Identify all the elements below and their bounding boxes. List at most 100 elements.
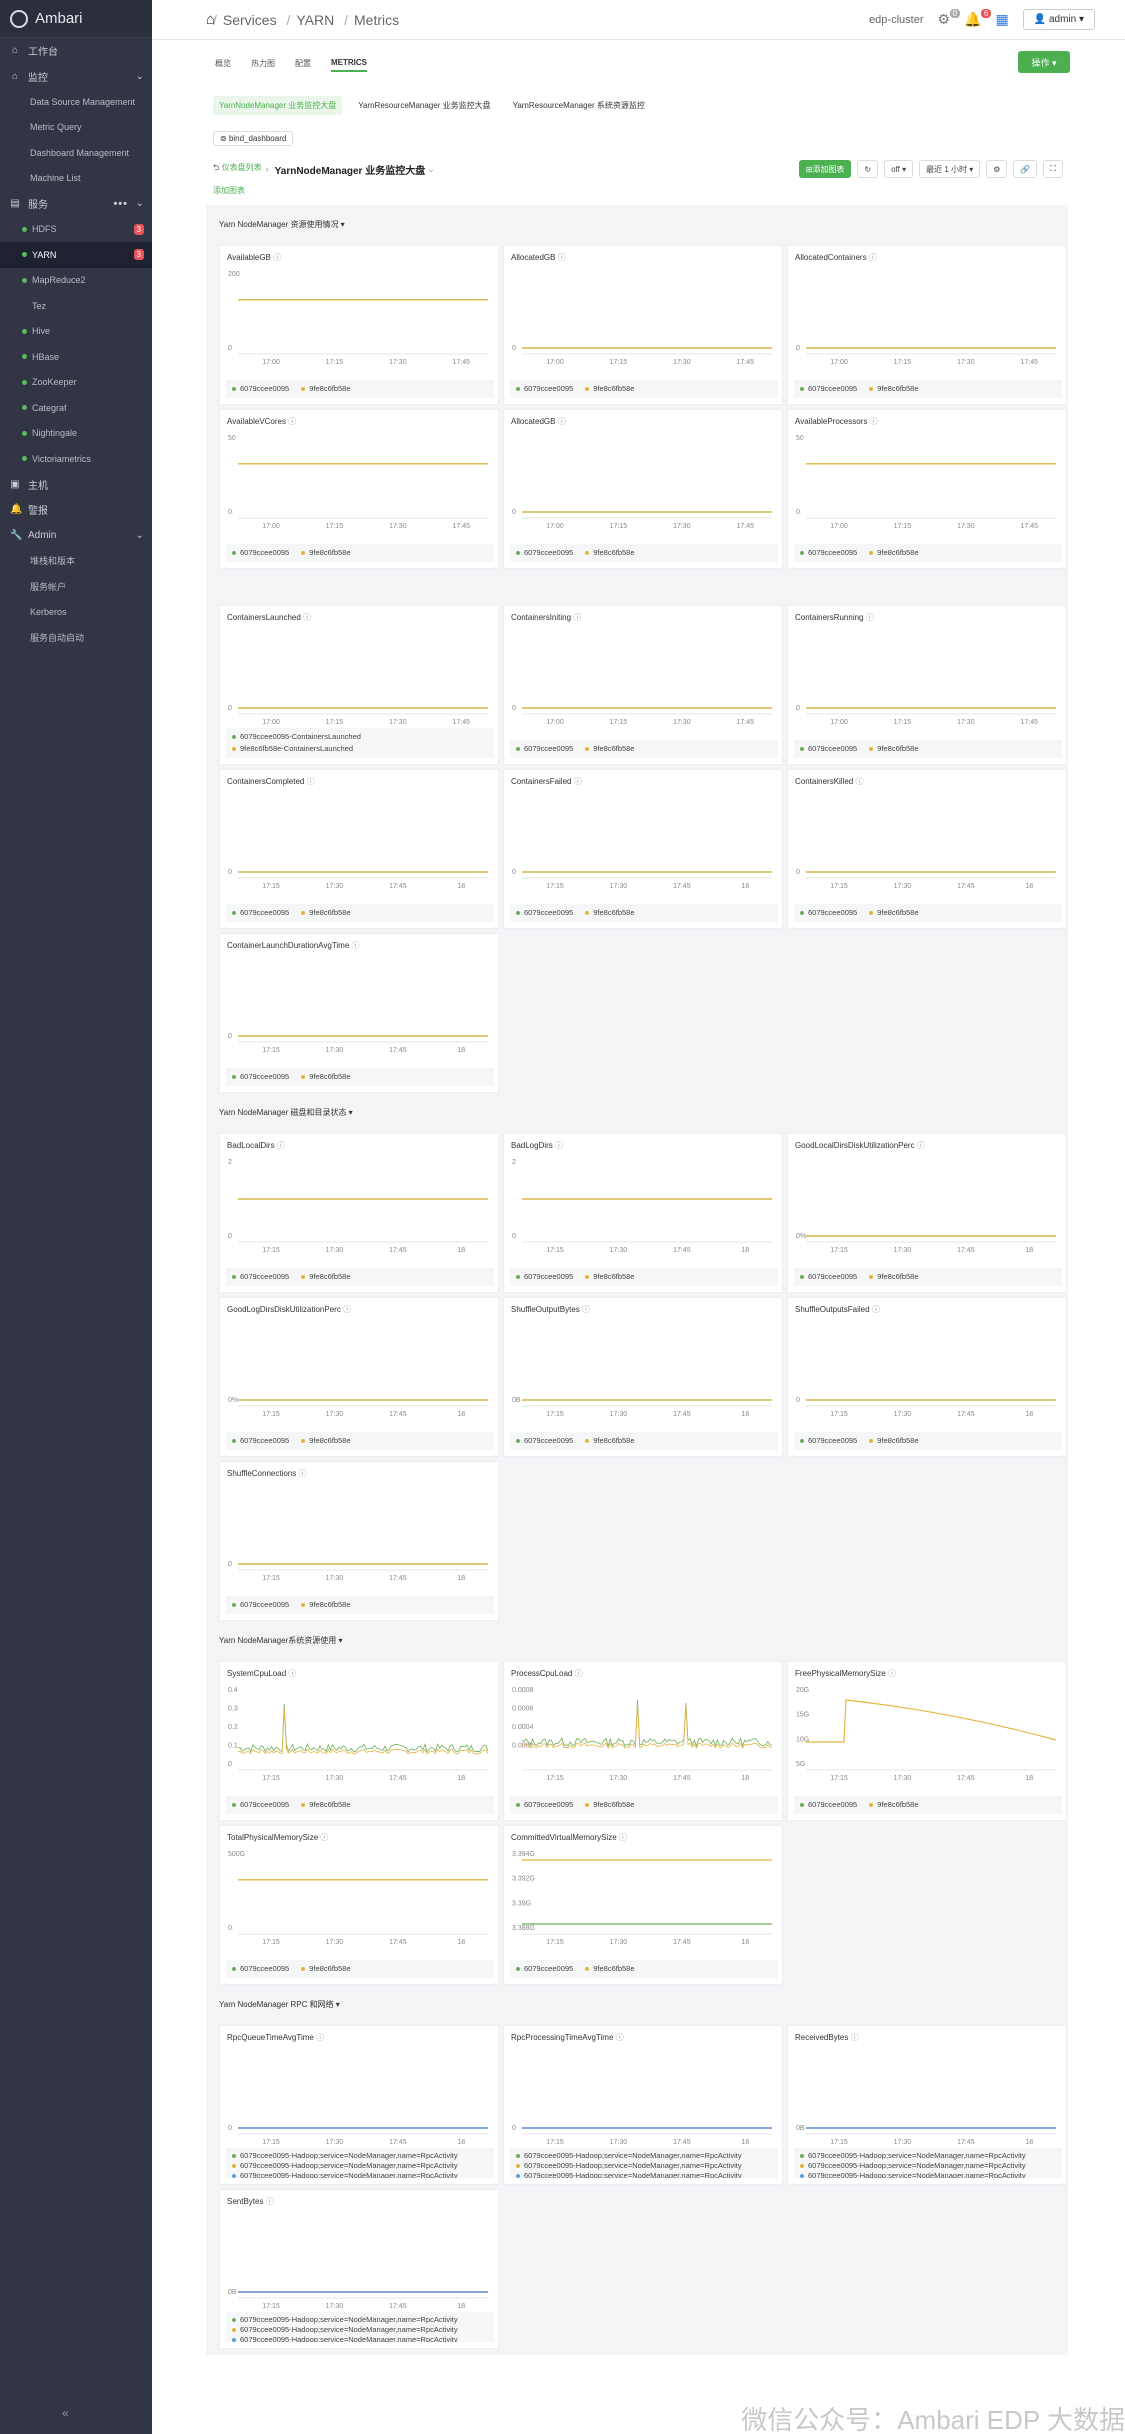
chart-panel[interactable]: SentBytes ⓘ 0B 17:15 17:30 17:45 18 6079ccee00… [219,2189,499,2349]
info-icon[interactable]: ⓘ [619,1833,627,1842]
share-link-icon[interactable]: 🔗 [1013,160,1038,178]
add-chart-link[interactable]: 添加图表 [213,185,245,196]
chart-panel[interactable]: ShuffleOutputBytes ⓘ 0B 17:15 17:30 17:45 18 6… [503,1297,783,1457]
legend-item[interactable]: 6079ccee0095-Hadoop;service=NodeManager,… [232,2161,476,2171]
legend-item[interactable]: 6079ccee0095 [516,547,573,559]
info-icon[interactable]: ⓘ [273,253,281,262]
legend-item[interactable]: 6079ccee0095 [232,1599,289,1611]
sidebar-item-2[interactable]: Data Source Management [0,89,152,115]
legend-item[interactable]: 9fe8c6fb58e [585,1435,635,1447]
legend-item[interactable]: 6079ccee0095-Hadoop;service=NodeManager,… [800,2161,1044,2171]
chart-panel[interactable]: AvailableProcessors ⓘ 50 0 17:00 17:15 17:30 1… [787,409,1067,569]
chart-panel[interactable]: GoodLocalDirsDiskUtilizationPerc ⓘ 0% 17:1… [787,1133,1067,1293]
chart-panel[interactable]: AllocatedContainers ⓘ 0 17:00 17:15 17:30 17:… [787,245,1067,405]
panel-group-title[interactable]: Yarn NodeManager系统资源使用 ▾ [219,1635,342,1646]
legend-item[interactable]: 6079ccee0095 [232,1963,289,1975]
chart-panel[interactable]: AvailableGB ⓘ 200 0 17:00 17:15 17:30 17:45 607… [219,245,499,405]
actions-button[interactable]: 操作 ▾ [1018,51,1070,73]
legend-item[interactable]: 6079ccee0095-Hadoop;service=NodeManager,… [516,2171,760,2178]
panel-group-title[interactable]: Yarn NodeManager 磁盘和目录状态 ▾ [219,1107,353,1118]
legend-item[interactable]: 6079ccee0095-Hadoop;service=NodeManager,… [516,2151,760,2161]
chevron-down-icon[interactable]: ⌄ [136,530,144,541]
chart-panel[interactable]: BadLocalDirs ⓘ 2 0 17:15 17:30 17:45 18 6079cce… [219,1133,499,1293]
legend-item[interactable]: 6079ccee0095-Hadoop;service=NodeManager,… [800,2151,1044,2161]
sidebar-item-0[interactable]: ⌂ 工作台 [0,38,152,64]
chart-panel[interactable]: ShuffleOutputsFailed ⓘ 0 17:15 17:30 17:45 18… [787,1297,1067,1457]
tab-summary[interactable]: 概览 [215,58,231,72]
chart-panel[interactable]: ContainerLaunchDurationAvgTime ⓘ 0 17:15 17… [219,933,499,1093]
legend-item[interactable]: 9fe8c6fb58e [869,1435,919,1447]
chart-panel[interactable]: BadLogDirs ⓘ 2 0 17:15 17:30 17:45 18 6079ccee0… [503,1133,783,1293]
panel-group-title[interactable]: Yarn NodeManager RPC 和网络 ▾ [219,1999,340,2010]
info-icon[interactable]: ⓘ [616,2033,624,2042]
chart-panel[interactable]: FreePhysicalMemorySize ⓘ 20G 15G 10G 5G 17:15… [787,1661,1067,1821]
info-icon[interactable]: ⓘ [288,417,296,426]
legend-item[interactable]: 6079ccee0095 [232,383,289,395]
legend-item[interactable]: 6079ccee0095 [516,743,573,755]
legend-item[interactable]: 6079ccee0095 [800,1435,857,1447]
chart-panel[interactable]: RpcQueueTimeAvgTime ⓘ 0 17:15 17:30 17:45 18 6… [219,2025,499,2185]
legend-item[interactable]: 9fe8c6fb58e [585,1963,635,1975]
legend-item[interactable]: 6079ccee0095 [516,1799,573,1811]
sidebar-item-5[interactable]: Machine List [0,166,152,192]
legend-item[interactable]: 9fe8c6fb58e [301,1435,351,1447]
legend-item[interactable]: 9fe8c6fb58e [869,1799,919,1811]
legend-item[interactable]: 6079ccee0095 [232,907,289,919]
sidebar-item-19[interactable]: 🔧 Admin ⌄ [0,523,152,549]
sidebar-item-23[interactable]: 服务自动启动 [0,625,152,651]
sidebar-item-12[interactable]: HBase [0,344,152,370]
legend-item[interactable]: 6079ccee0095 [516,1271,573,1283]
info-icon[interactable]: ⓘ [870,417,878,426]
legend-item[interactable]: 6079ccee0095-Hadoop;service=NodeManager,… [232,2151,476,2161]
chevron-down-icon[interactable]: ⌄ [136,198,144,209]
tab-nodemanager-dashboard[interactable]: YarnNodeManager 业务监控大盘 [213,96,343,115]
sidebar-item-20[interactable]: 堆栈和版本 [0,548,152,574]
chart-panel[interactable]: AllocatedGB ⓘ 0 17:00 17:15 17:30 17:45 6079cc… [503,245,783,405]
dashboard-title[interactable]: YarnNodeManager 业务监控大盘 [275,162,426,177]
legend-item[interactable]: 9fe8c6fb58e [301,1799,351,1811]
breadcrumb-yarn[interactable]: YARN [296,12,334,28]
app-brand[interactable]: Ambari [0,0,152,38]
legend-item[interactable]: 6079ccee0095 [232,1435,289,1447]
info-icon[interactable]: ⓘ [288,1669,296,1678]
chart-panel[interactable]: RpcProcessingTimeAvgTime ⓘ 0 17:15 17:30 17:… [503,2025,783,2185]
legend-item[interactable]: 6079ccee0095 [232,1271,289,1283]
legend-item[interactable]: 9fe8c6fb58e [301,1071,351,1083]
legend-item[interactable]: 6079ccee0095-Hadoop;service=NodeManager,… [232,2315,476,2325]
chart-panel[interactable]: ContainersCompleted ⓘ 0 17:15 17:30 17:45 18 6… [219,769,499,929]
chart-panel[interactable]: ProcessCpuLoad ⓘ 0.0008 0.0006 0.0004 0.0002… [503,1661,783,1821]
legend-item[interactable]: 9fe8c6fb58e [301,1599,351,1611]
chevron-down-icon[interactable]: ⌄ [427,164,435,175]
legend-item[interactable]: 9fe8c6fb58e [869,547,919,559]
legend-item[interactable]: 9fe8c6fb58e [585,1799,635,1811]
info-icon[interactable]: ⓘ [352,941,360,950]
info-icon[interactable]: ⓘ [888,1669,896,1678]
legend-item[interactable]: 6079ccee0095 [800,383,857,395]
tab-resourcemanager-dashboard[interactable]: YarnResourceManager 业务监控大盘 [352,96,496,115]
legend-item[interactable]: 6079ccee0095 [232,1071,289,1083]
legend-item[interactable]: 6079ccee0095 [516,907,573,919]
dashboard-list-link[interactable]: ⮌ 仪表盘列表 [213,162,262,176]
chart-panel[interactable]: SystemCpuLoad ⓘ 0.4 0.3 0.2 0.1 0 17:15 17:30 17… [219,1661,499,1821]
info-icon[interactable]: ⓘ [277,1141,285,1150]
info-icon[interactable]: ⓘ [307,777,315,786]
legend-item[interactable]: 6079ccee0095 [516,1435,573,1447]
legend-item[interactable]: 9fe8c6fb58e [869,743,919,755]
sidebar-item-1[interactable]: ⌂ 监控 ⌄ [0,64,152,90]
chart-panel[interactable]: CommittedVirtualMemorySize ⓘ 3.394G 3.392G… [503,1825,783,1985]
info-icon[interactable]: ⓘ [575,1669,583,1678]
chart-panel[interactable]: AllocatedGB ⓘ 0 17:00 17:15 17:30 17:45 6079cc… [503,409,783,569]
info-icon[interactable]: ⓘ [320,1833,328,1842]
sidebar-item-15[interactable]: Nightingale [0,421,152,447]
info-icon[interactable]: ⓘ [872,1305,880,1314]
sidebar-item-7[interactable]: HDFS 3 [0,217,152,243]
sidebar-item-14[interactable]: Categraf [0,395,152,421]
legend-item[interactable]: 6079ccee0095-Hadoop;service=NodeManager,… [516,2161,760,2171]
legend-item[interactable]: 9fe8c6fb58e [585,907,635,919]
legend-item[interactable]: 6079ccee0095-Hadoop;service=NodeManager,… [232,2171,476,2178]
legend-item[interactable]: 9fe8c6fb58e [301,1271,351,1283]
info-icon[interactable]: ⓘ [869,253,877,262]
info-icon[interactable]: ⓘ [303,613,311,622]
dashboard-settings-gear-icon[interactable]: ⚙ [986,160,1008,178]
info-icon[interactable]: ⓘ [851,2033,859,2042]
